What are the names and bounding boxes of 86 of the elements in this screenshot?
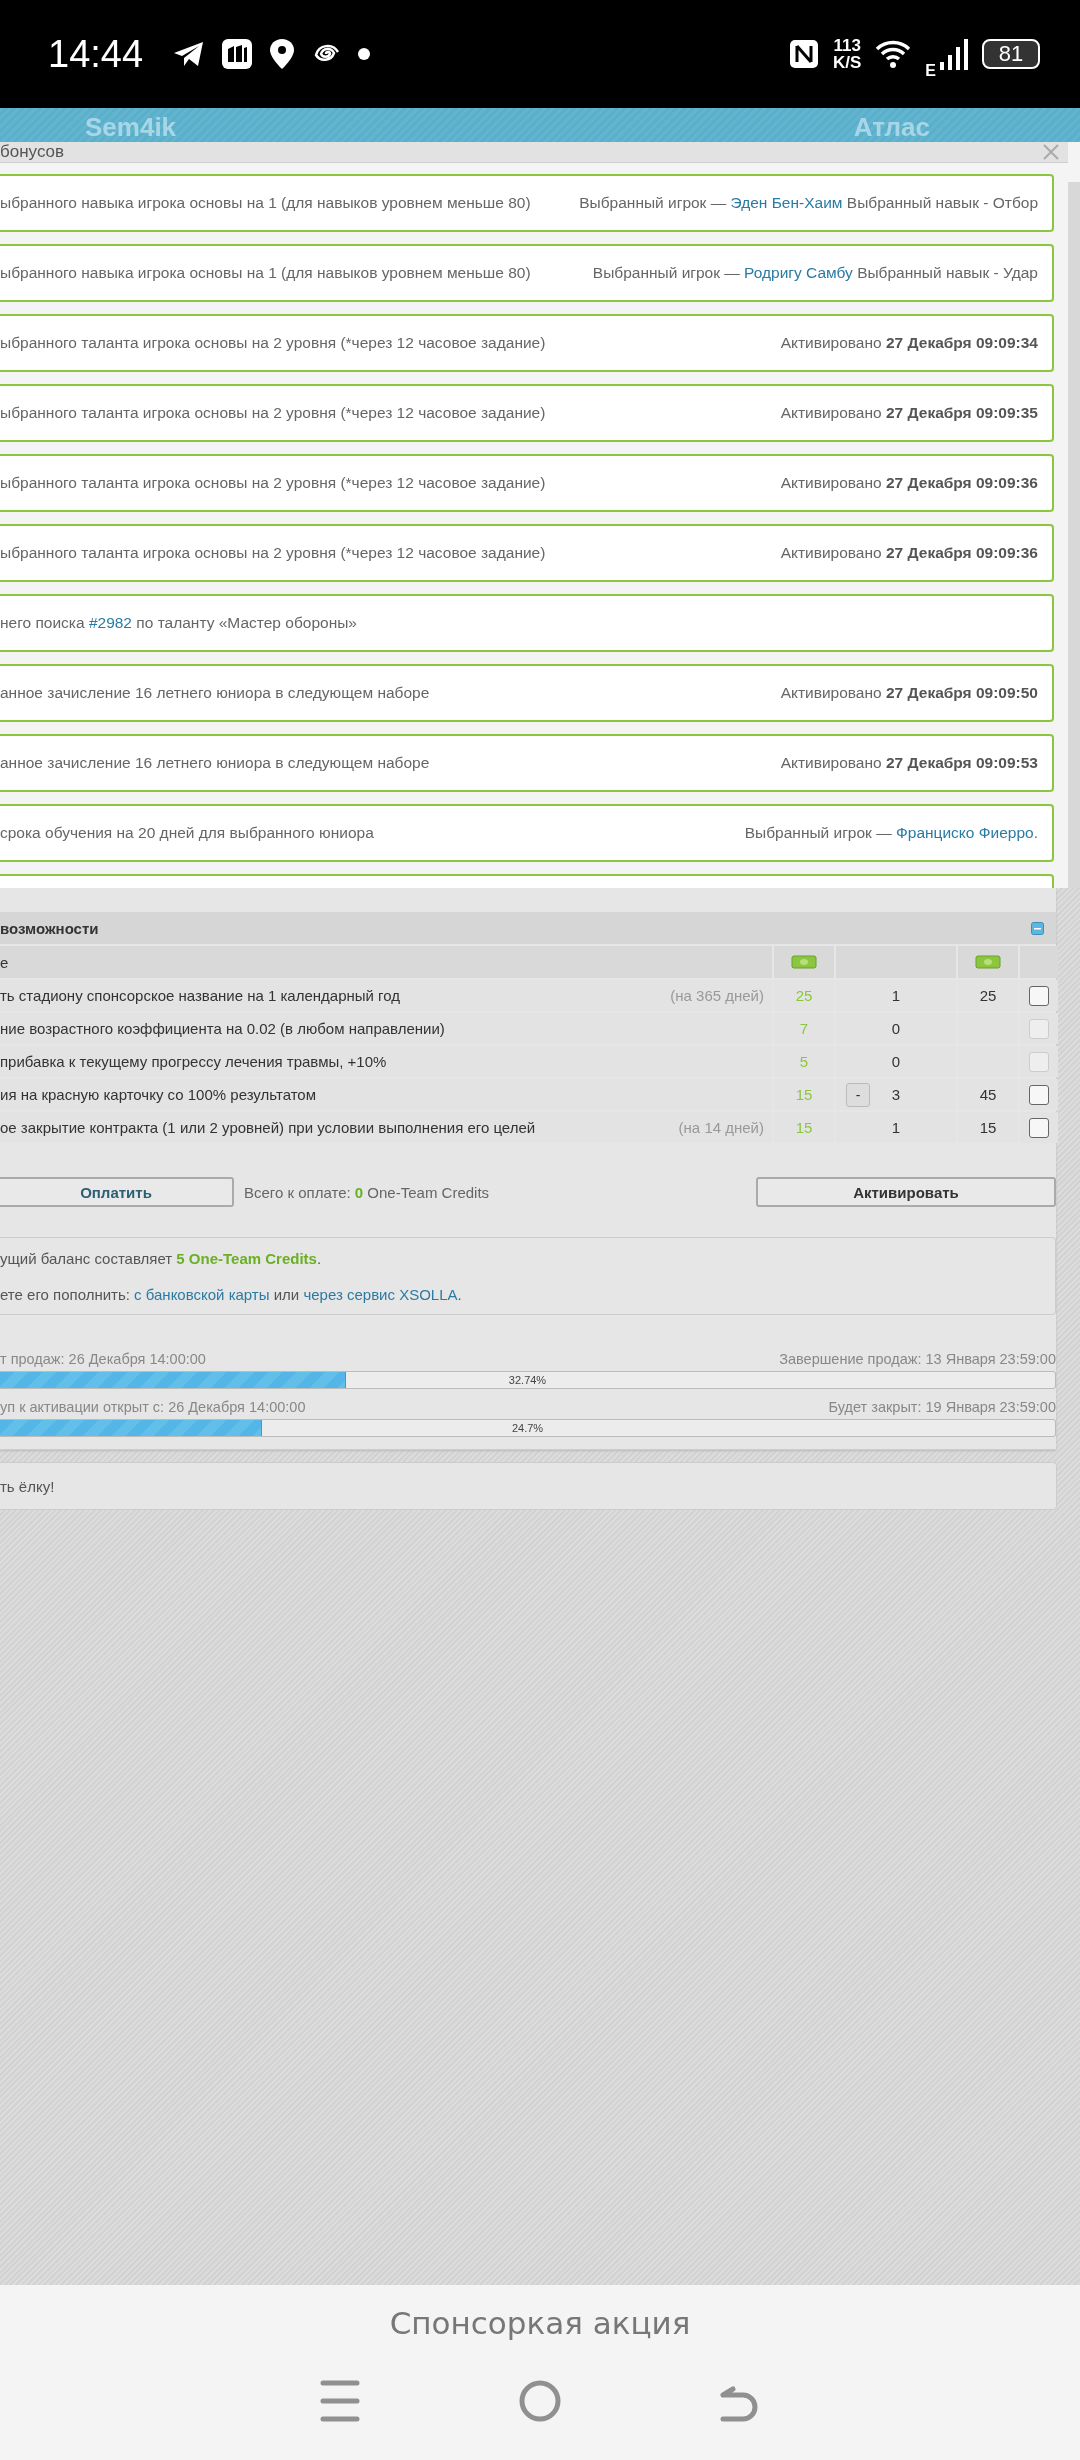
bonus-description: ыбранного навыка игрока основы на 1 (для навыков уровнем меньше 80) bbox=[0, 264, 532, 282]
sale-end-text: Завершение продаж: 13 Января 23:59:00 bbox=[779, 1351, 1056, 1367]
option-price: 15 bbox=[795, 1086, 813, 1103]
progress-label: 24.7% bbox=[510, 1421, 545, 1436]
checkbox[interactable] bbox=[1029, 985, 1049, 1006]
money-icon bbox=[791, 955, 817, 969]
sale-start-text: т продаж: 26 Декабря 14:00:00 bbox=[0, 1351, 206, 1367]
option-name: ть стадиону спонсорское название на 1 календарный год bbox=[0, 987, 402, 1004]
option-name: ое закрытие контракта (1 или 2 уровней) при условии выполнения его целей bbox=[0, 1119, 537, 1136]
bonus-description: ыбранного навыка игрока основы на 1 (для навыков уровнем меньше 80) bbox=[0, 194, 532, 212]
option-total: 15 bbox=[979, 1119, 997, 1136]
activation-status: Активировано 27 Декабря 09:09:36 bbox=[780, 544, 1038, 562]
player-link[interactable]: Франциско Фиерро bbox=[896, 824, 1034, 841]
bonus-description: анное зачисление 16 летнего юниора в следующем наборе bbox=[0, 684, 431, 702]
duration-note: (на 14 дней) bbox=[678, 1119, 764, 1136]
pay-button[interactable]: Оплатить bbox=[0, 1177, 234, 1207]
payment-link[interactable]: с банковской карты bbox=[134, 1285, 270, 1303]
activation-status: Выбранный игрок — Франциско Фиерро. bbox=[744, 824, 1038, 842]
collapse-icon[interactable] bbox=[1031, 921, 1044, 935]
option-price: 7 bbox=[799, 1020, 809, 1037]
location-pin-icon bbox=[269, 38, 296, 70]
player-link[interactable]: Родригу Самбу bbox=[744, 264, 853, 281]
bonus-description: него поиска #2982 по таланту «Мастер обороны» bbox=[0, 614, 358, 632]
checkbox[interactable] bbox=[1029, 1117, 1049, 1138]
signal-icon bbox=[938, 38, 968, 70]
sale-start-text: уп к активации открыт с: 26 Декабря 14:00:00 bbox=[0, 1399, 306, 1415]
telegram-icon bbox=[173, 40, 206, 68]
close-icon[interactable] bbox=[1042, 143, 1060, 161]
option-quantity: 0 bbox=[891, 1020, 901, 1037]
dot-icon bbox=[357, 47, 372, 61]
battery-indicator: 81 bbox=[982, 39, 1040, 69]
activation-status: Активировано 27 Декабря 09:09:34 bbox=[780, 334, 1038, 352]
option-quantity: 3 bbox=[891, 1086, 901, 1103]
app-icon bbox=[221, 38, 254, 70]
bonus-description: ыбранного таланта игрока основы на 2 уровня (*через 12 часовое задание) bbox=[0, 474, 547, 492]
nfc-icon bbox=[789, 39, 819, 69]
column-header-cell bbox=[1020, 946, 1058, 978]
activation-status: Выбранный игрок — Эден Бен-Хаим Выбранный навык - Отбор bbox=[579, 194, 1038, 212]
balance-text: ете его пополнить: с банковской карты или через сервис XSOLLA. bbox=[0, 1285, 463, 1303]
speed-unit: K/S bbox=[833, 54, 862, 71]
player-link[interactable]: Эден Бен-Хаим bbox=[730, 194, 843, 211]
activation-status: Выбранный игрок — Родригу Самбу Выбранный навык - Удар bbox=[592, 264, 1038, 282]
decrement-button[interactable]: - bbox=[846, 1082, 870, 1107]
option-name: ия на красную карточку со 100% результатом bbox=[0, 1086, 317, 1103]
activation-status: Активировано 27 Декабря 09:09:35 bbox=[780, 404, 1038, 422]
home-icon[interactable] bbox=[518, 2379, 562, 2423]
menu-icon[interactable] bbox=[318, 2379, 361, 2423]
activation-status: Активировано 27 Декабря 09:09:36 bbox=[780, 474, 1038, 492]
clock: 14:44 bbox=[48, 32, 144, 76]
payment-link[interactable]: через сервис XSOLLA bbox=[303, 1285, 458, 1303]
bonus-description: срока обучения на 20 дней для выбранного юниора bbox=[0, 824, 375, 842]
bonus-description: анное зачисление 16 летнего юниора в следующем наборе bbox=[0, 754, 431, 772]
option-quantity: 1 bbox=[891, 987, 901, 1004]
option-quantity: 1 bbox=[891, 1119, 901, 1136]
option-name: ние возрастного коэффициента на 0.02 (в любом направлении) bbox=[0, 1020, 446, 1037]
checkbox[interactable] bbox=[1029, 1084, 1049, 1105]
option-total: 45 bbox=[979, 1086, 997, 1103]
payment-total: Всего к оплате: 0 One-Team Credits bbox=[244, 1183, 491, 1201]
bonus-description: ыбранного таланта игрока основы на 2 уровня (*через 12 часовое задание) bbox=[0, 544, 547, 562]
modal-title: бонусов bbox=[0, 142, 66, 162]
option-price: 5 bbox=[799, 1053, 809, 1070]
notice-text: ть ёлку! bbox=[0, 1477, 55, 1495]
page-title: Спонсоркая акция bbox=[389, 2305, 691, 2341]
bonus-description: ыбранного таланта игрока основы на 2 уровня (*через 12 часовое задание) bbox=[0, 404, 547, 422]
section-title: возможности bbox=[0, 919, 100, 937]
option-price: 25 bbox=[795, 987, 813, 1004]
option-name: прибавка к текущему прогрессу лечения травмы, +10% bbox=[0, 1053, 388, 1070]
activation-status: Активировано 27 Декабря 09:09:50 bbox=[780, 684, 1038, 702]
balance-text: ущий баланс составляет 5 One-Team Credits. bbox=[0, 1249, 323, 1267]
network-type: E bbox=[925, 62, 936, 80]
search-link[interactable]: #2982 bbox=[88, 614, 132, 631]
column-header: е bbox=[0, 953, 9, 971]
bonus-description: ыбранного таланта игрока основы на 2 уровня (*через 12 часовое задание) bbox=[0, 334, 547, 352]
activate-button[interactable]: Активировать bbox=[756, 1177, 1056, 1207]
section-title: Атлас bbox=[853, 112, 930, 142]
progress-label: 32.74% bbox=[507, 1373, 548, 1388]
option-total: 25 bbox=[979, 987, 997, 1004]
option-price: 15 bbox=[795, 1119, 813, 1136]
wifi-icon bbox=[875, 39, 912, 69]
scrollbar[interactable] bbox=[1068, 182, 1080, 888]
option-quantity: 0 bbox=[891, 1053, 901, 1070]
network-speed: 113 bbox=[833, 37, 861, 54]
sale-end-text: Будет закрыт: 19 Января 23:59:00 bbox=[828, 1399, 1056, 1415]
activation-status: Активировано 27 Декабря 09:09:53 bbox=[780, 754, 1038, 772]
duration-note: (на 365 дней) bbox=[670, 987, 764, 1004]
money-icon bbox=[975, 955, 1001, 969]
